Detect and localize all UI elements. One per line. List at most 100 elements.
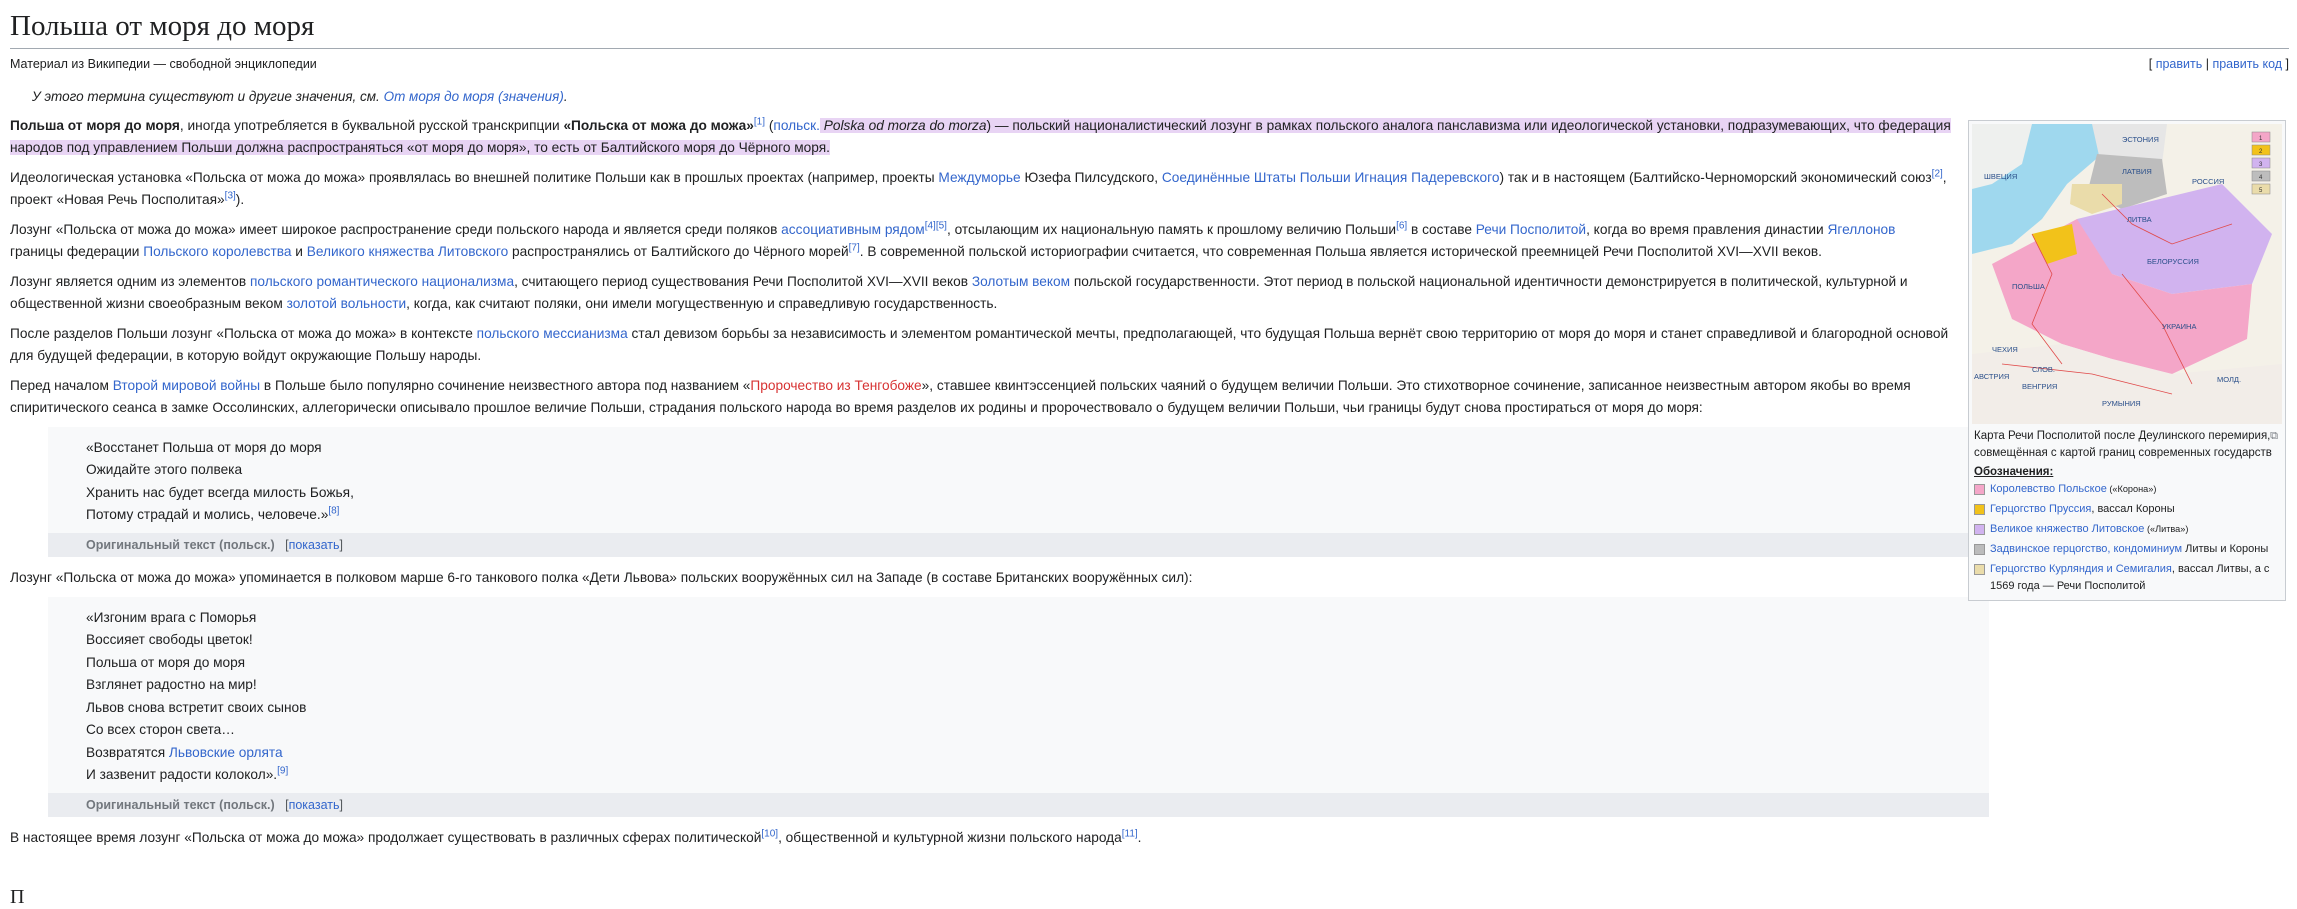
legend-link[interactable]: Великое княжество Литовское bbox=[1990, 523, 2144, 535]
ref-link[interactable]: [6] bbox=[1396, 220, 1407, 231]
legend-link[interactable]: Герцогство Курляндия и Семигалия bbox=[1990, 563, 2172, 575]
quote-line: И зазвенит радости колокол».[9] bbox=[86, 764, 1989, 787]
link-united-states-poland[interactable]: Соединённые Штаты Польши Игнация Падерев… bbox=[1162, 170, 1500, 185]
link-ww2[interactable]: Второй мировой войны bbox=[113, 378, 260, 393]
link-lithuania[interactable]: Великого княжества Литовского bbox=[307, 244, 509, 259]
paragraph-4: Лозунг является одним из элементов польс… bbox=[10, 271, 1952, 315]
legend-item: Герцогство Курляндия и Семигалия, вассал… bbox=[1972, 560, 2282, 597]
original-text-toggle: Оригинальный текст (польск.) [показать] bbox=[48, 532, 1989, 557]
quote-line: Со всех сторон света… bbox=[86, 722, 235, 738]
text: , отсылающим их национальную память к пр… bbox=[946, 221, 1397, 237]
hatnote-end: . bbox=[563, 88, 568, 104]
bracket-close: ] bbox=[2282, 56, 2289, 71]
ref-link[interactable]: [9] bbox=[277, 766, 288, 777]
text: Идеологическая установка «Польска от мож… bbox=[10, 169, 939, 185]
ref-link[interactable]: [2] bbox=[1932, 168, 1943, 179]
ref-link[interactable]: [7] bbox=[849, 242, 860, 253]
quote-line-text: И зазвенит радости колокол». bbox=[86, 767, 278, 783]
legend-item: Герцогство Пруссия, вассал Короны bbox=[1972, 500, 2282, 520]
hatnote: У этого термина существуют и другие знач… bbox=[10, 79, 2289, 115]
legend-link[interactable]: Задвинское герцогство, кондоминиум bbox=[1990, 543, 2182, 555]
legend-link[interactable]: Королевство Польское bbox=[1990, 483, 2107, 495]
link-messianism[interactable]: польского мессианизма bbox=[477, 326, 628, 341]
next-section-heading: П bbox=[10, 886, 25, 908]
quote-line: Взглянет радостно на мир! bbox=[86, 677, 257, 693]
paragraph-5: После разделов Польши лозунг «Польска от… bbox=[10, 323, 1952, 367]
ref-link[interactable]: [4][5] bbox=[925, 220, 947, 231]
map-label: УКРАИНА bbox=[2162, 322, 2196, 331]
show-button[interactable]: показать bbox=[289, 538, 340, 552]
text: в Польше было популярно сочинение неизве… bbox=[260, 377, 751, 393]
infobox: ШВЕЦИЯ ЭСТОНИЯ ЛАТВИЯ РОССИЯ ЛИТВА БЕЛОР… bbox=[1968, 120, 2286, 601]
text: В настоящее время лозунг «Польска от мож… bbox=[10, 829, 762, 845]
link-prophecy-redlink[interactable]: Пророчество из Тенгобоже bbox=[750, 378, 921, 393]
link-polish-kingdom[interactable]: Польского королевства bbox=[143, 244, 291, 259]
text: , считающего период существования Речи П… bbox=[514, 273, 972, 289]
map-label: ШВЕЦИЯ bbox=[1984, 172, 2017, 181]
original-text-label: Оригинальный текст (польск.) bbox=[86, 537, 275, 552]
quote-line: Львов снова встретит своих сынов bbox=[86, 699, 307, 715]
ref-link[interactable]: [11] bbox=[1122, 828, 1138, 839]
link-golden-age[interactable]: Золотым веком bbox=[972, 274, 1070, 289]
text: и bbox=[291, 243, 307, 259]
text: Юзефа Пилсудского, bbox=[1020, 169, 1162, 185]
legend-link[interactable]: Герцогство Пруссия bbox=[1990, 503, 2091, 515]
link-golden-liberty[interactable]: золотой вольности bbox=[287, 296, 407, 311]
quote-line: Воссияет свободы цветок! bbox=[86, 632, 253, 648]
legend-item: Королевство Польское («Корона») bbox=[1972, 480, 2282, 500]
transcription: «Польска от можа до можа» bbox=[563, 117, 754, 133]
text: , иногда употребляется в буквальной русс… bbox=[179, 117, 564, 133]
link-intermarium[interactable]: Междуморье bbox=[938, 170, 1020, 185]
paragraph-7: Лозунг «Польска от можа до можа» упомина… bbox=[10, 569, 1193, 585]
map-caption: Карта Речи Посполитой после Деулинского … bbox=[1972, 424, 2282, 464]
hatnote-text: У этого термина существуют и другие знач… bbox=[32, 88, 384, 104]
link-lwow-eaglets[interactable]: Львовские орлята bbox=[169, 745, 283, 760]
ref-link[interactable]: [1] bbox=[754, 116, 765, 127]
text: ) так и в настоящем (Балтийско-Черноморс… bbox=[1499, 169, 1932, 185]
link-rzeczpospolita[interactable]: Речи Посполитой bbox=[1476, 222, 1586, 237]
legend-small: («Корона») bbox=[2106, 484, 2157, 494]
map-label: РОССИЯ bbox=[2192, 177, 2224, 186]
map-label: МОЛД. bbox=[2217, 375, 2241, 384]
lang-link[interactable]: польск. bbox=[773, 118, 819, 133]
quote-line: «Изгоним врага с Поморья bbox=[86, 609, 257, 625]
legend-item: Задвинское герцогство, кондоминиум Литвы… bbox=[1972, 540, 2282, 560]
color-swatch bbox=[1974, 524, 1985, 535]
text: границы федерации bbox=[10, 243, 144, 259]
text: Лозунг «Польска от можа до можа» имеет ш… bbox=[10, 221, 782, 237]
ref-link[interactable]: [8] bbox=[328, 506, 339, 517]
paragraph-2: Идеологическая установка «Польска от мож… bbox=[10, 167, 1952, 211]
separator: | bbox=[2202, 56, 2213, 71]
original-text-label: Оригинальный текст (польск.) bbox=[86, 797, 275, 812]
text: , общественной и культурной жизни польск… bbox=[778, 829, 1122, 845]
text: . В современной польской историографии с… bbox=[859, 243, 1822, 259]
color-swatch bbox=[1974, 564, 1985, 575]
polish-name: Polska od morza do morza bbox=[823, 117, 987, 133]
link-romantic-nationalism[interactable]: польского романтического национализма bbox=[250, 274, 514, 289]
show-button[interactable]: показать bbox=[289, 798, 340, 812]
link-associative[interactable]: ассоциативным рядом bbox=[781, 222, 925, 237]
ref-link[interactable]: [3] bbox=[225, 190, 236, 201]
text: в составе bbox=[1407, 221, 1476, 237]
text: ). bbox=[235, 191, 245, 207]
edit-code-link[interactable]: править код bbox=[2212, 57, 2282, 71]
text: распространялись от Балтийского до Чёрно… bbox=[508, 243, 849, 259]
edit-link[interactable]: править bbox=[2156, 57, 2203, 71]
page-subtitle: Материал из Википедии — свободной энцикл… bbox=[10, 49, 2289, 79]
magnify-icon[interactable]: ⧉ bbox=[2270, 428, 2278, 445]
paragraph-3: Лозунг «Польска от можа до можа» имеет ш… bbox=[10, 219, 1952, 263]
quote-line: «Восстанет Польша от моря до моря bbox=[86, 439, 322, 455]
caption-text: Карта Речи Посполитой после Деулинского … bbox=[1974, 430, 2272, 459]
site-subtitle: Материал из Википедии — свободной энцикл… bbox=[10, 56, 317, 71]
rzeczpospolita-map[interactable]: ШВЕЦИЯ ЭСТОНИЯ ЛАТВИЯ РОССИЯ ЛИТВА БЕЛОР… bbox=[1972, 124, 2282, 424]
map-label: СЛОВ. bbox=[2032, 365, 2055, 374]
map-label: АВСТРИЯ bbox=[1974, 372, 2009, 381]
disambiguation-link[interactable]: От моря до моря (значения) bbox=[384, 89, 564, 104]
page-title: Польша от моря до моря bbox=[10, 0, 2289, 49]
edit-links: [ править | править код ] bbox=[2149, 57, 2289, 71]
paragraph-8: В настоящее время лозунг «Польска от мож… bbox=[10, 827, 1952, 849]
ref-link[interactable]: [10] bbox=[761, 828, 778, 839]
link-jagiellons[interactable]: Ягеллонов bbox=[1828, 222, 1896, 237]
legend-extra: Литвы и Короны bbox=[2182, 543, 2269, 555]
text: , когда во время правления династии bbox=[1586, 221, 1828, 237]
